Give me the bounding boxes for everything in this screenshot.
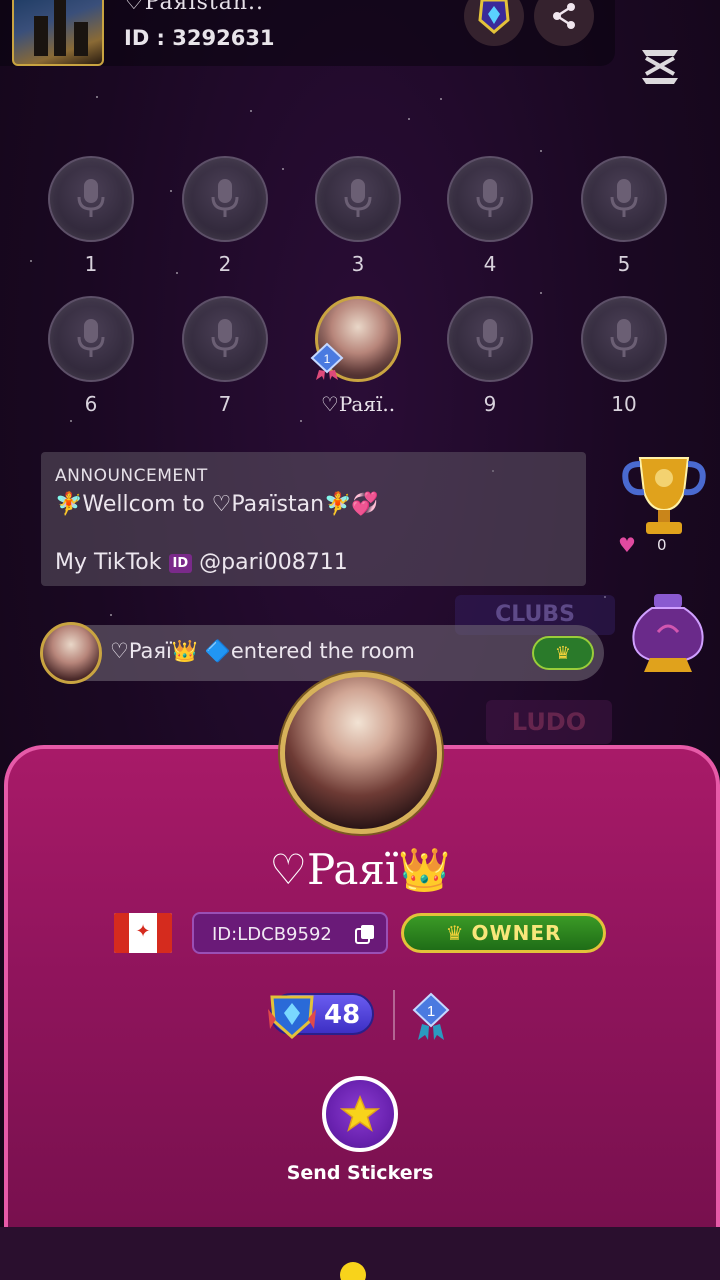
- seat-circle[interactable]: [182, 156, 268, 242]
- tiktok-label: My TikTok: [55, 550, 162, 575]
- announcement-welcome: 🧚Wellcom to ♡Paяïstan🧚💞: [55, 492, 379, 517]
- seat-1[interactable]: 1: [41, 156, 141, 276]
- seat-circle[interactable]: [447, 156, 533, 242]
- crown-icon: ♛: [554, 642, 572, 664]
- room-name: ♡Paяïstan..: [124, 0, 264, 15]
- seat-10[interactable]: 10: [574, 296, 674, 416]
- user-id-text: ID:LDCB9592: [212, 924, 332, 945]
- microphone-icon: [476, 319, 504, 357]
- room-cover-image[interactable]: [12, 0, 104, 66]
- seat-5[interactable]: 5: [574, 156, 674, 276]
- announcement-title: ANNOUNCEMENT: [55, 466, 208, 486]
- seat-circle[interactable]: [315, 156, 401, 242]
- seat-4[interactable]: 4: [440, 156, 540, 276]
- owner-label: OWNER: [471, 921, 562, 945]
- send-stickers-button[interactable]: [322, 1076, 398, 1152]
- seat-label: 5: [617, 252, 631, 276]
- seat-label: ♡Paяï..: [320, 392, 396, 416]
- announcement-panel[interactable]: ANNOUNCEMENT 🧚Wellcom to ♡Paяïstan🧚💞 My …: [41, 452, 586, 586]
- microphone-icon: [344, 179, 372, 217]
- trophy-icon[interactable]: [618, 452, 710, 538]
- user-id-pill[interactable]: ID:LDCB9592: [192, 912, 388, 954]
- level-shield-icon: [268, 995, 316, 1040]
- id-badge-icon: ID: [168, 553, 193, 573]
- profile-name: ♡Paяï👑: [269, 845, 451, 894]
- trophy-count: 0: [657, 536, 667, 554]
- seat-label: 10: [611, 392, 637, 416]
- seat-7[interactable]: 7: [175, 296, 275, 416]
- heart-icon: ♥: [618, 533, 636, 557]
- capcut-watermark-icon: [642, 50, 678, 84]
- seat-label: 2: [218, 252, 232, 276]
- entered-room-message: ♡Paяï👑 🔷entered the room ♛: [40, 622, 604, 684]
- room-id: ID : 3292631: [124, 26, 275, 50]
- announcement-tiktok: My TikTok ID @pari008711: [55, 550, 348, 575]
- seat-label: 1: [84, 252, 98, 276]
- microphone-icon: [211, 179, 239, 217]
- crown-welcome-button[interactable]: ♛: [532, 636, 594, 670]
- seat-6[interactable]: 6: [41, 296, 141, 416]
- canada-flag-icon: ✦: [114, 913, 172, 953]
- star-icon: [340, 1095, 380, 1132]
- microphone-icon: [476, 179, 504, 217]
- badge-divider: [393, 990, 395, 1040]
- seat-circle[interactable]: [48, 296, 134, 382]
- seat-circle[interactable]: [581, 156, 667, 242]
- owner-role-badge: ♛ OWNER: [401, 913, 606, 953]
- seat-circle[interactable]: [447, 296, 533, 382]
- seat-9[interactable]: 9: [440, 296, 540, 416]
- profile-avatar[interactable]: [280, 672, 442, 834]
- seat-label: 7: [218, 392, 232, 416]
- microphone-icon: [211, 319, 239, 357]
- crown-icon: ♛: [445, 921, 464, 945]
- microphone-icon: [610, 179, 638, 217]
- rank-diamond-icon[interactable]: 1: [410, 992, 452, 1042]
- microphone-icon: [77, 319, 105, 357]
- level-number: 48: [324, 1000, 361, 1030]
- entered-message-text: ♡Paяï👑 🔷entered the room: [110, 639, 415, 663]
- ludo-game-banner[interactable]: LUDO: [486, 700, 612, 744]
- microphone-icon: [610, 319, 638, 357]
- seat-circle[interactable]: [48, 156, 134, 242]
- seat-circle[interactable]: [581, 296, 667, 382]
- microphone-icon: [77, 179, 105, 217]
- share-icon: [553, 3, 575, 29]
- send-stickers-label: Send Stickers: [286, 1162, 434, 1184]
- rank-number: 1: [324, 352, 331, 366]
- tiktok-handle: @pari008711: [199, 550, 348, 575]
- copy-icon[interactable]: [354, 923, 376, 945]
- seat-8-occupied[interactable]: 1 ♡Paяï..: [308, 296, 408, 416]
- seat-3[interactable]: 3: [308, 156, 408, 276]
- magic-potion-icon[interactable]: [628, 592, 708, 676]
- seat-label: 3: [351, 252, 365, 276]
- level-badge[interactable]: 48: [268, 993, 374, 1040]
- entered-user-avatar[interactable]: [40, 622, 102, 684]
- seat-circle[interactable]: [182, 296, 268, 382]
- seat-label: 4: [483, 252, 497, 276]
- rank-diamond-icon: 1: [310, 342, 344, 380]
- seat-2[interactable]: 2: [175, 156, 275, 276]
- rank-number: 1: [427, 1003, 435, 1020]
- room-badge-icon: [478, 0, 510, 34]
- seat-label: 6: [84, 392, 98, 416]
- seat-label: 9: [483, 392, 497, 416]
